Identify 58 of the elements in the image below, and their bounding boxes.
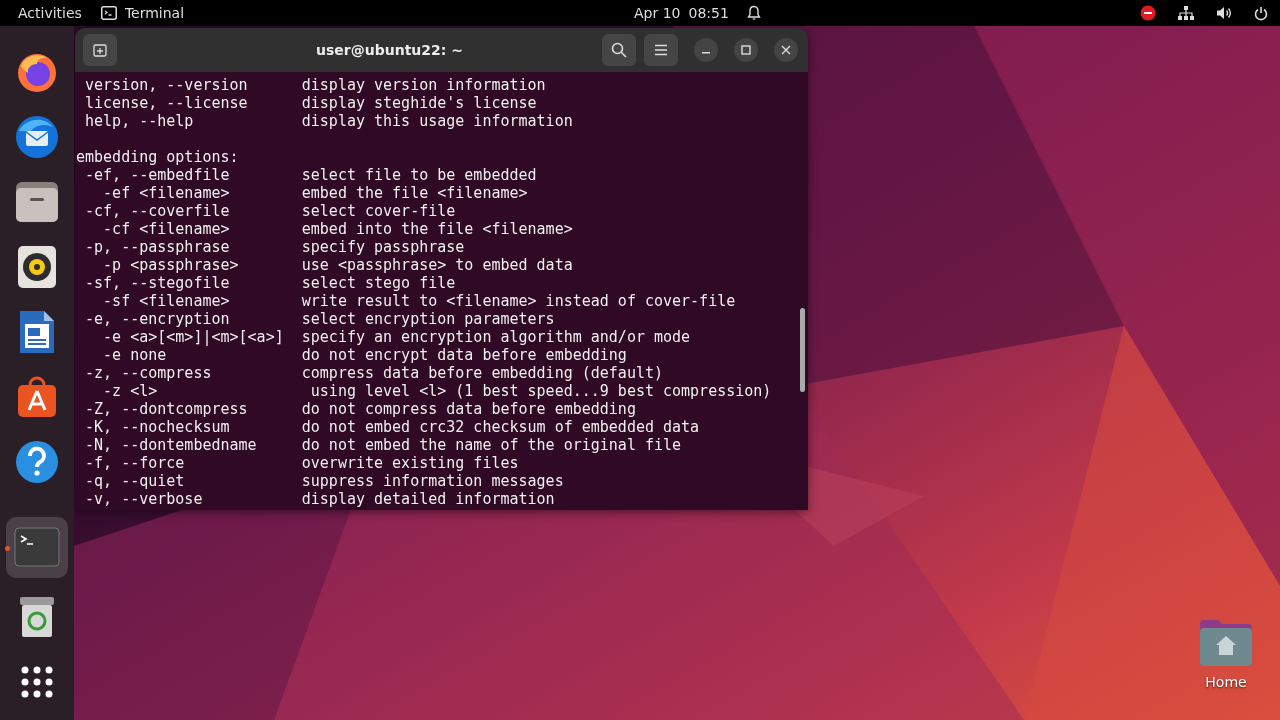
apps-grid-icon xyxy=(21,666,53,699)
terminal-line: -cf, --coverfile select cover-file xyxy=(84,202,456,220)
folder-icon[interactable] xyxy=(1198,618,1254,666)
terminal-line: -ef, --embedfile select file to be embedded xyxy=(84,166,537,184)
terminal-line: -cf <filename> embed into the file <filename> xyxy=(102,220,573,238)
terminal-line: -q, --quiet suppress information messages xyxy=(84,472,564,490)
terminal-icon xyxy=(100,6,117,20)
maximize-button[interactable] xyxy=(734,38,758,62)
document-icon xyxy=(18,309,56,355)
terminal-line: -v, --verbose display detailed information xyxy=(84,490,555,508)
terminal-line: license, --license display steghide's license xyxy=(84,94,537,112)
speaker-icon xyxy=(17,244,57,289)
terminal-icon xyxy=(14,527,60,568)
terminal-line: -sf <filename> write result to <filename> instead of cover-file xyxy=(102,292,736,310)
menu-icon xyxy=(654,44,668,56)
new-tab-button[interactable] xyxy=(83,34,117,66)
terminal-line: -ef <filename> embed the file <filename> xyxy=(102,184,528,202)
scrollbar[interactable] xyxy=(800,308,805,392)
terminal-line: help, --help display this usage information xyxy=(84,112,573,130)
power-icon xyxy=(1254,5,1268,21)
file-cabinet-icon xyxy=(14,179,60,224)
volume-icon xyxy=(1216,6,1232,20)
terminal-line: -z <l> using level <l> (1 best speed...9 best compression) xyxy=(102,382,772,400)
clock-date[interactable]: Apr 10 xyxy=(634,5,681,21)
terminal-line: -N, --dontembedname do not embed the name of the original file xyxy=(84,436,682,454)
menu-button[interactable] xyxy=(644,34,678,66)
terminal-line: -p, --passphrase specify passphrase xyxy=(84,238,465,256)
network-icon xyxy=(1178,6,1194,20)
terminal-line: -f, --force overwrite existing files xyxy=(84,454,519,472)
help-icon xyxy=(15,440,59,485)
maximize-icon xyxy=(741,45,751,55)
terminal-line: -e none do not encrypt data before embedding xyxy=(102,346,627,364)
search-icon xyxy=(611,42,627,58)
window-title: user@ubuntu22: ~ xyxy=(315,42,464,58)
terminal-line: -K, --nochecksum do not embed crc32 checksum of embedded data xyxy=(84,418,700,436)
terminal-line: embedding options: xyxy=(76,148,239,166)
close-icon xyxy=(781,45,791,55)
terminal-line: -p <passphrase> use <passphrase> to embed data xyxy=(102,256,573,274)
do-not-disturb-icon xyxy=(1140,5,1156,21)
terminal-line: -sf, --stegofile select stego file xyxy=(84,274,456,292)
terminal-line: -z, --compress compress data before embedding (default) xyxy=(84,364,663,382)
terminal-line: -Z, --dontcompress do not compress data before embedding xyxy=(84,400,636,418)
shopping-bag-icon xyxy=(16,375,58,420)
running-indicator xyxy=(5,545,10,551)
minimize-button[interactable] xyxy=(694,38,718,62)
terminal-line: version, --version display version information xyxy=(84,76,546,94)
new-tab-icon xyxy=(93,43,107,57)
clock-time[interactable]: 08:51 xyxy=(688,5,729,21)
trash-icon xyxy=(19,596,55,639)
minimize-icon xyxy=(702,52,710,54)
search-button[interactable] xyxy=(602,34,636,66)
terminal-line: -e <a>[<m>]|<m>[<a>] specify an encryption algorithm and/or mode xyxy=(102,328,691,346)
bell-icon xyxy=(746,5,761,21)
terminal-line: -e, --encryption select encryption parameters xyxy=(84,310,555,328)
desktop-icon-label[interactable]: Home xyxy=(1205,674,1247,690)
app-menu-label[interactable]: Terminal xyxy=(124,5,185,21)
close-button[interactable] xyxy=(774,38,798,62)
activities-button[interactable]: Activities xyxy=(18,5,82,21)
